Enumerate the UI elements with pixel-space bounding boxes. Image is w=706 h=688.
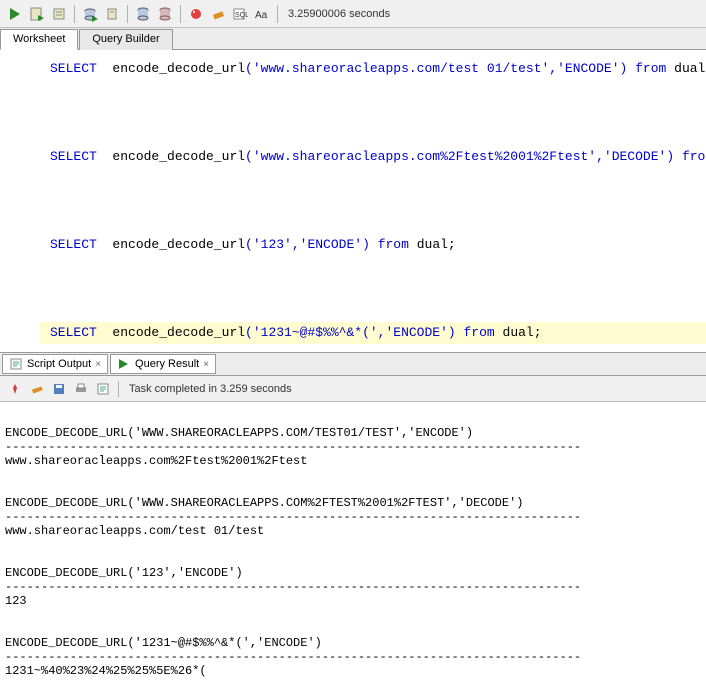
result-row: 123 bbox=[5, 594, 27, 608]
function-name: encode_decode_url bbox=[112, 325, 245, 340]
keyword-select: SELECT bbox=[50, 149, 97, 164]
result-row: www.shareoracleapps.com/test 01/test bbox=[5, 524, 264, 538]
clear-output-button[interactable] bbox=[27, 379, 47, 399]
keyword-from: from bbox=[378, 237, 409, 252]
result-row: 1231~%40%23%24%25%25%5E%26*( bbox=[5, 664, 207, 678]
sql-args: ('www.shareoracleapps.com/test 01/test',… bbox=[245, 61, 627, 76]
rollback-button[interactable] bbox=[155, 4, 175, 24]
toolbar-separator bbox=[74, 5, 75, 23]
toolbar-separator bbox=[180, 5, 181, 23]
tab-label: Script Output bbox=[27, 358, 91, 370]
elapsed-time-label: 3.25900006 seconds bbox=[288, 8, 390, 20]
sql-editor[interactable]: SELECT encode_decode_url('www.shareoracl… bbox=[0, 50, 706, 352]
pin-button[interactable] bbox=[5, 379, 25, 399]
svg-text:Aa: Aa bbox=[255, 10, 268, 21]
main-toolbar: SQL Aa 3.25900006 seconds bbox=[0, 0, 706, 28]
tab-label: Query Result bbox=[135, 358, 199, 370]
autotrace-button[interactable] bbox=[80, 4, 100, 24]
run-statement-button[interactable] bbox=[5, 4, 25, 24]
script-output-body[interactable]: ENCODE_DECODE_URL('WWW.SHAREORACLEAPPS.C… bbox=[0, 402, 706, 688]
keyword-select: SELECT bbox=[50, 61, 97, 76]
dashes: ----------------------------------------… bbox=[5, 580, 581, 594]
table-name: dual; bbox=[417, 237, 456, 252]
keyword-select: SELECT bbox=[50, 237, 97, 252]
unshared-worksheet-button[interactable] bbox=[186, 4, 206, 24]
editor-tabs: Worksheet Query Builder bbox=[0, 28, 706, 50]
tab-query-builder[interactable]: Query Builder bbox=[79, 29, 172, 50]
result-header: ENCODE_DECODE_URL('123','ENCODE') bbox=[5, 566, 243, 580]
keyword-from: from bbox=[682, 149, 706, 164]
svg-text:SQL: SQL bbox=[235, 12, 248, 19]
output-toolbar: Task completed in 3.259 seconds bbox=[0, 376, 706, 402]
toolbar-separator bbox=[277, 5, 278, 23]
result-header: ENCODE_DECODE_URL('1231~@#$%%^&*(','ENCO… bbox=[5, 636, 322, 650]
print-button[interactable] bbox=[71, 379, 91, 399]
result-row: www.shareoracleapps.com%2Ftest%2001%2Fte… bbox=[5, 454, 307, 468]
result-header: ENCODE_DECODE_URL('WWW.SHAREORACLEAPPS.C… bbox=[5, 496, 523, 510]
tab-script-output[interactable]: Script Output × bbox=[2, 354, 108, 374]
output-tabs: Script Output × Query Result × bbox=[0, 352, 706, 376]
result-header: ENCODE_DECODE_URL('WWW.SHAREORACLEAPPS.C… bbox=[5, 426, 473, 440]
table-name: dual; bbox=[674, 61, 706, 76]
commit-button[interactable] bbox=[102, 4, 122, 24]
keyword-select: SELECT bbox=[50, 325, 97, 340]
keyword-from: from bbox=[464, 325, 495, 340]
script-output-icon bbox=[9, 357, 23, 371]
dashes: ----------------------------------------… bbox=[5, 510, 581, 524]
function-name: encode_decode_url bbox=[112, 237, 245, 252]
to-uppercase-button[interactable]: Aa bbox=[252, 4, 272, 24]
sql-history-button[interactable] bbox=[133, 4, 153, 24]
explain-plan-button[interactable] bbox=[49, 4, 69, 24]
function-name: encode_decode_url bbox=[112, 61, 245, 76]
keyword-from: from bbox=[635, 61, 666, 76]
tab-worksheet[interactable]: Worksheet bbox=[0, 29, 78, 50]
dashes: ----------------------------------------… bbox=[5, 440, 581, 454]
table-name: dual; bbox=[503, 325, 542, 340]
dashes: ----------------------------------------… bbox=[5, 650, 581, 664]
toolbar-separator bbox=[127, 5, 128, 23]
sql-tuning-button[interactable]: SQL bbox=[230, 4, 250, 24]
function-name: encode_decode_url bbox=[112, 149, 245, 164]
sql-args: ('1231~@#$%%^&*(','ENCODE') bbox=[245, 325, 456, 340]
close-icon[interactable]: × bbox=[203, 359, 209, 370]
toolbar-separator bbox=[118, 381, 119, 397]
run-script-button[interactable] bbox=[27, 4, 47, 24]
sql-args: ('123','ENCODE') bbox=[245, 237, 370, 252]
sql-args: ('www.shareoracleapps.com%2Ftest%2001%2F… bbox=[245, 149, 674, 164]
buffer-size-button[interactable] bbox=[93, 379, 113, 399]
tab-query-result[interactable]: Query Result × bbox=[110, 354, 216, 374]
status-label: Task completed in 3.259 seconds bbox=[129, 383, 292, 395]
close-icon[interactable]: × bbox=[95, 359, 101, 370]
clear-button[interactable] bbox=[208, 4, 228, 24]
save-button[interactable] bbox=[49, 379, 69, 399]
play-icon bbox=[117, 357, 131, 371]
